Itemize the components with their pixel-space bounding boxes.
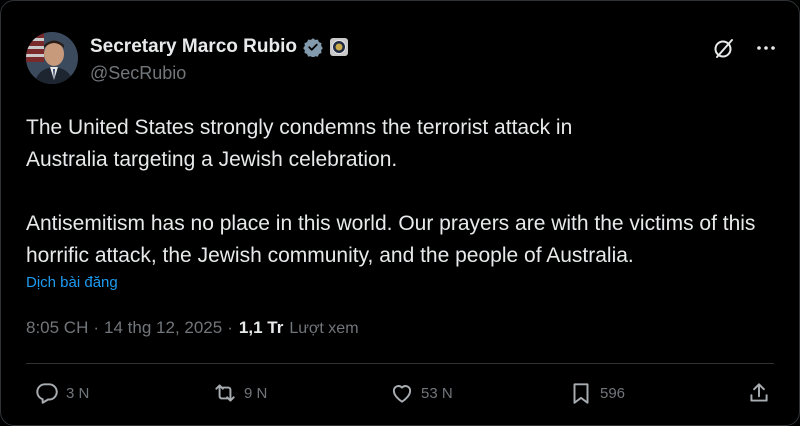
like-count: 53 N — [421, 384, 453, 402]
post-top-actions — [712, 36, 778, 60]
translate-post-link[interactable]: Dịch bài đăng — [26, 274, 118, 291]
views-count: 1,1 Tr — [238, 318, 284, 337]
share-icon — [750, 383, 768, 402]
post-paragraph: Antisemitism has no place in this world.… — [26, 212, 756, 267]
post-paragraph: The United States strongly condemns the … — [26, 116, 573, 171]
author-display-name[interactable]: Secretary Marco Rubio — [90, 36, 297, 58]
share-button[interactable] — [746, 380, 772, 406]
engagement-bar: 3 N 9 N 53 N 596 — [0, 380, 800, 416]
verified-check-icon[interactable] — [303, 37, 323, 58]
reply-count: 3 N — [66, 384, 90, 402]
like-button[interactable]: 53 N — [389, 380, 453, 406]
post-date[interactable]: 14 thg 12, 2025 — [104, 318, 222, 338]
bookmark-button[interactable]: 596 — [568, 380, 625, 406]
bookmark-count: 596 — [600, 384, 626, 402]
repost-button[interactable]: 9 N — [212, 380, 267, 406]
divider — [26, 363, 774, 364]
meta-separator: · — [93, 318, 100, 337]
views-label: Lượt xem — [289, 320, 359, 337]
post-time[interactable]: 8:05 CH — [26, 318, 88, 338]
heart-icon — [392, 385, 412, 403]
author-handle[interactable]: @SecRubio — [90, 63, 186, 84]
repost-icon — [215, 384, 235, 402]
reply-icon — [36, 383, 58, 404]
slash-circle-icon[interactable] — [712, 36, 736, 60]
more-dots-icon[interactable] — [754, 36, 778, 60]
government-seal-icon[interactable] — [329, 37, 349, 57]
post-meta: 8:05 CH · 14 thg 12, 2025 · 1,1 Tr Lượt … — [26, 318, 359, 338]
avatar[interactable] — [26, 32, 78, 84]
meta-separator: · — [227, 318, 233, 337]
reply-button[interactable]: 3 N — [34, 380, 89, 406]
author-name-row: Secretary Marco Rubio — [90, 36, 349, 58]
repost-count: 9 N — [244, 384, 268, 402]
bookmark-icon — [573, 383, 589, 404]
post-text: The United States strongly condemns the … — [26, 112, 786, 272]
